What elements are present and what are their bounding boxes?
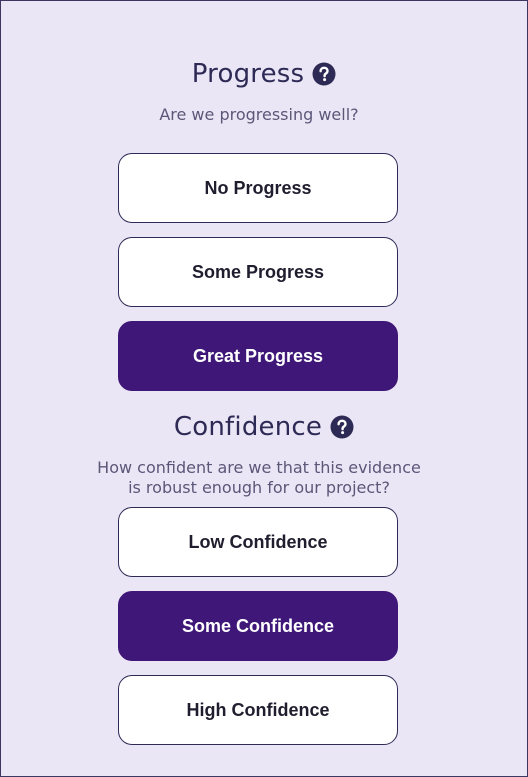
option-label: Some Confidence xyxy=(181,615,335,636)
confidence-question-line1: How confident are we that this evidence xyxy=(97,458,421,477)
option-great-progress[interactable]: Great Progress xyxy=(118,321,398,391)
option-high-confidence[interactable]: High Confidence xyxy=(118,675,398,745)
confidence-heading: Confidence xyxy=(0,412,528,442)
option-label: Low Confidence xyxy=(188,531,328,552)
option-label: Some Progress xyxy=(191,261,325,282)
option-low-confidence[interactable]: Low Confidence xyxy=(118,507,398,577)
confidence-question-line2: is robust enough for our project? xyxy=(128,478,390,497)
option-label: No Progress xyxy=(204,177,312,198)
option-label: Great Progress xyxy=(192,345,324,366)
progress-title: Progress xyxy=(191,59,305,89)
option-no-progress[interactable]: No Progress xyxy=(118,153,398,223)
option-label: High Confidence xyxy=(186,699,330,720)
help-icon[interactable] xyxy=(330,415,354,439)
option-some-progress[interactable]: Some Progress xyxy=(118,237,398,307)
confidence-title: Confidence xyxy=(173,412,323,442)
help-icon[interactable] xyxy=(312,62,336,86)
option-some-confidence[interactable]: Some Confidence xyxy=(118,591,398,661)
progress-question: Are we progressing well? xyxy=(159,105,359,124)
progress-heading: Progress xyxy=(0,59,528,89)
